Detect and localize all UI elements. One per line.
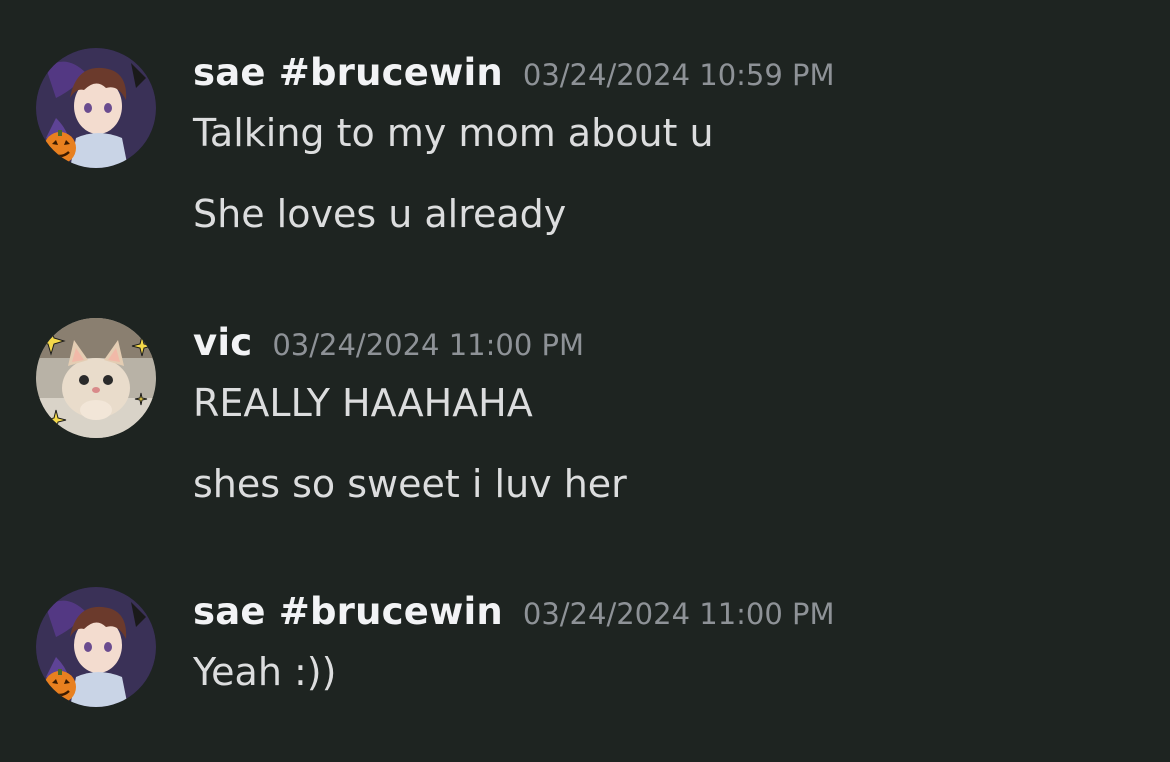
timestamp: 03/24/2024 11:00 PM — [522, 597, 835, 631]
message-text: REALLY HAAHAHA — [193, 381, 533, 425]
username[interactable]: sae #brucewin — [193, 51, 503, 94]
anime-boy-pumpkin-avatar-icon — [36, 48, 156, 168]
avatar[interactable] — [36, 587, 156, 707]
chat-message-list: sae #brucewin 03/24/2024 10:59 PM Talking… — [0, 0, 1170, 762]
message-header: vic 03/24/2024 11:00 PM — [193, 318, 584, 368]
username[interactable]: vic — [193, 321, 252, 364]
message-text: She loves u already — [193, 192, 567, 236]
message-text: Talking to my mom about u — [193, 111, 714, 155]
timestamp: 03/24/2024 10:59 PM — [522, 58, 835, 92]
message-text: Yeah :)) — [193, 650, 337, 694]
timestamp: 03/24/2024 11:00 PM — [272, 328, 585, 362]
kitten-sparkles-avatar-icon — [36, 318, 156, 438]
avatar[interactable] — [36, 318, 156, 438]
anime-boy-pumpkin-avatar-icon — [36, 587, 156, 707]
message-text: shes so sweet i luv her — [193, 462, 627, 506]
message-header: sae #brucewin 03/24/2024 11:00 PM — [193, 587, 835, 637]
username[interactable]: sae #brucewin — [193, 590, 503, 633]
avatar[interactable] — [36, 48, 156, 168]
message-header: sae #brucewin 03/24/2024 10:59 PM — [193, 48, 835, 98]
